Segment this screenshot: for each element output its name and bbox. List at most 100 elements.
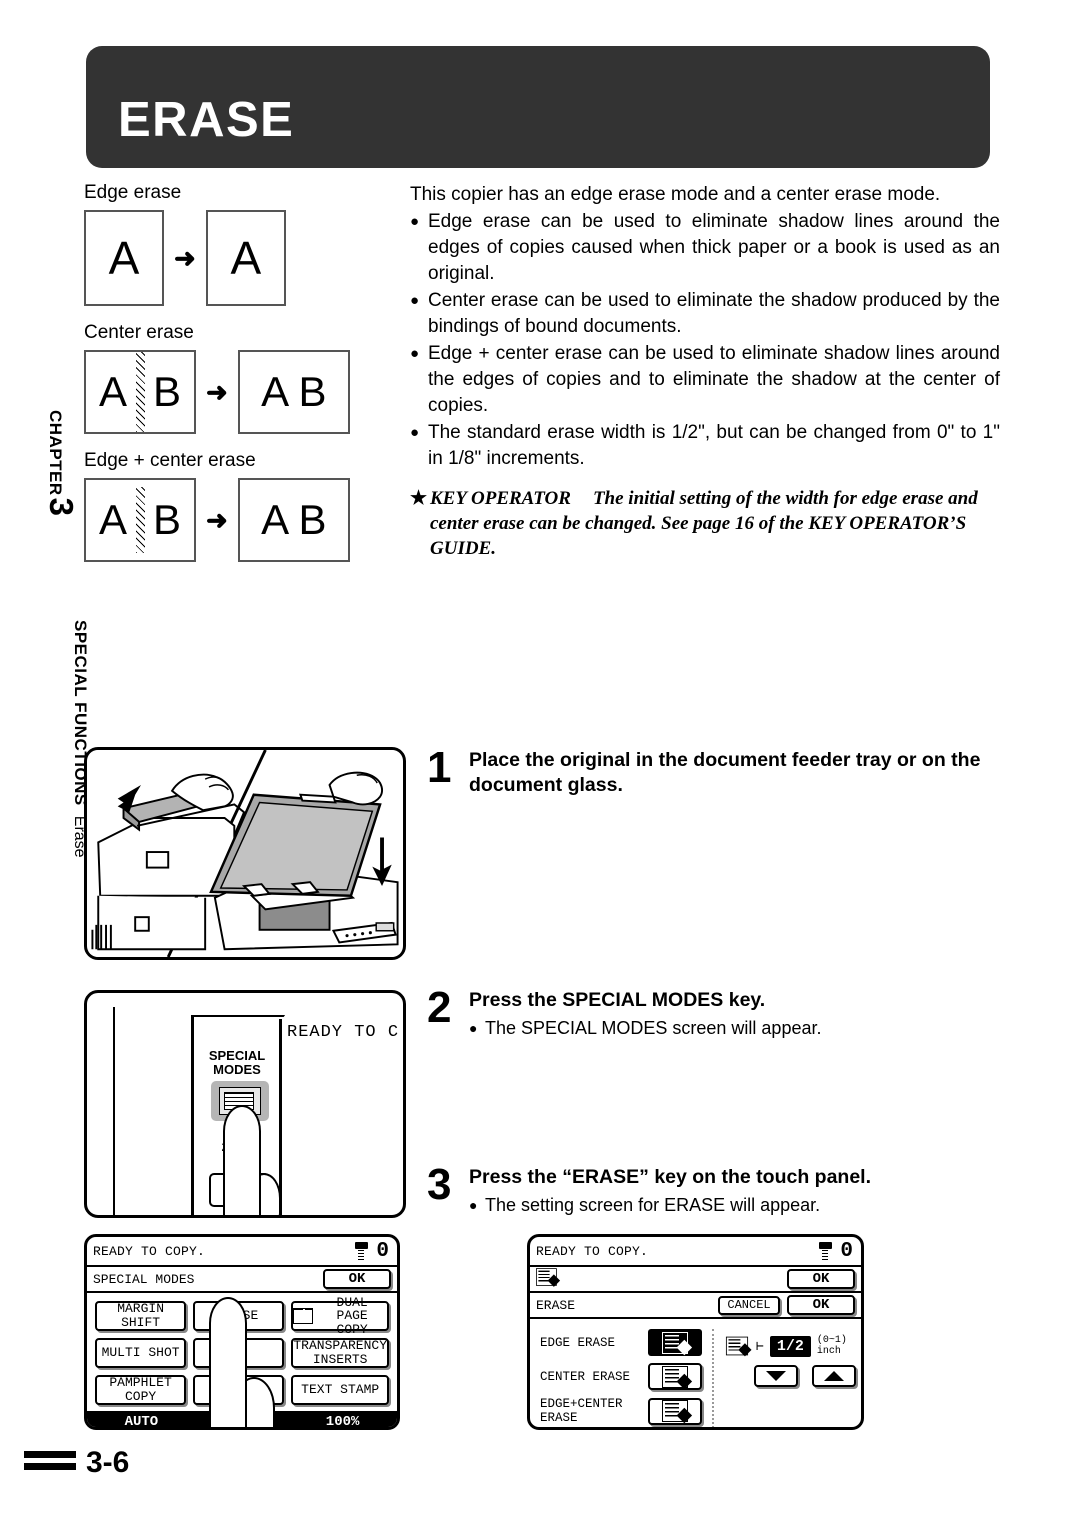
copy-count: 0 [354, 1241, 391, 1262]
bullet-text: Edge erase can be used to eliminate shad… [428, 211, 1000, 284]
transparency-inserts-button[interactable]: TRANSPARENCY INSERTS [291, 1338, 389, 1368]
lcd-status-text: READY TO COPY. [93, 1243, 206, 1259]
step-3-title: Press the “ERASE” key on the touch panel… [469, 1166, 872, 1188]
width-measure-icon: ⊢ [756, 1338, 764, 1354]
option-edge-center-erase[interactable]: EDGE+CENTER ERASE [540, 1397, 702, 1425]
center-erase-before-glyph-right: B [150, 368, 183, 415]
bullet-marker: ● [410, 424, 420, 441]
edge-erase-after-glyph: A [230, 232, 262, 284]
printer-icon [818, 1242, 834, 1260]
lcd-erase-setting-screen: READY TO COPY. 0 OK ERASE CANCEL OK EDGE… [527, 1234, 864, 1430]
ok-button[interactable]: OK [323, 1269, 391, 1289]
page-footer: 3-6 [24, 1448, 129, 1478]
top-ok-button[interactable]: OK [787, 1269, 855, 1289]
copy-ratio-cell[interactable]: 100% COPY RATIO [288, 1413, 397, 1427]
width-increase-button[interactable] [812, 1365, 856, 1387]
erase-width-area: ⊢ 1/2 (0~1) inch [724, 1329, 856, 1427]
option-center-erase-label: CENTER ERASE [540, 1369, 631, 1384]
bullet-text: Edge + center erase can be used to elimi… [428, 343, 1000, 416]
step-1-number: 1 [427, 743, 452, 792]
cancel-button[interactable]: CANCEL [718, 1295, 780, 1315]
lcd-screen-title-bar: SPECIAL MODES OK [87, 1267, 397, 1293]
copy-count: 0 [818, 1241, 855, 1262]
edge-center-erase-before-sheet: A B [84, 478, 196, 562]
feature-bullet-list: ● Edge erase can be used to eliminate sh… [410, 209, 1000, 472]
pointing-finger [223, 1105, 261, 1215]
center-erase-before-glyph-left: A [96, 368, 129, 415]
center-erase-after-glyph: A B [261, 368, 327, 415]
erase-width-value: 1/2 [769, 1335, 811, 1357]
panel-divider-left [191, 1015, 194, 1215]
bullet-item: ● The standard erase width is 1/2", but … [410, 420, 1000, 472]
printer-icon [354, 1242, 370, 1260]
option-center-erase[interactable]: CENTER ERASE [540, 1363, 702, 1390]
edge-center-before-glyph-left: A [97, 496, 128, 543]
diagram-label-center-erase: Center erase [84, 322, 194, 343]
special-modes-key-label: SPECIAL MODES [208, 1048, 266, 1077]
arrow-right-icon: ➜ [206, 377, 228, 407]
option-edge-center-erase-icon [648, 1397, 702, 1425]
text-stamp-button[interactable]: TEXT STAMP [291, 1375, 389, 1405]
erase-width-range: (0~1) inch [816, 1335, 847, 1357]
intro-text: This copier has an edge erase mode and a… [410, 184, 941, 205]
pamphlet-copy-button[interactable]: PAMPHLET COPY [95, 1375, 187, 1405]
chevron-up-icon [824, 1371, 844, 1381]
step-1-title: Place the original in the document feede… [469, 749, 981, 796]
copy-count-value: 0 [376, 1239, 389, 1263]
center-erase-before-sheet: A B [84, 350, 196, 434]
bullet-text: The standard erase width is 1/2", but ca… [428, 422, 1000, 469]
bullet-marker: ● [410, 213, 420, 230]
diagram-label-edge-center-erase: Edge + center erase [84, 450, 256, 471]
exposure-value: AUTO [87, 1413, 196, 1427]
page-title: ERASE [118, 93, 295, 147]
chapter-label: CHAPTER [46, 410, 65, 496]
chapter-number: 3 [43, 497, 80, 517]
step-2-number: 2 [427, 983, 452, 1032]
step-1: 1 Place the original in the document fee… [427, 743, 1007, 798]
erase-option-list: EDGE ERASE CENTER ERASE EDGE+CENTER ERAS… [540, 1329, 702, 1427]
copy-ratio-value: 100% [288, 1413, 397, 1427]
description-column: This copier has an edge erase mode and a… [410, 182, 1000, 561]
option-center-erase-icon [648, 1363, 702, 1390]
width-decrease-button[interactable] [754, 1365, 798, 1387]
dual-page-copy-button[interactable]: DUAL PAGE COPY [291, 1295, 389, 1336]
dual-page-copy-label: DUAL PAGE COPY [336, 1294, 368, 1337]
page-header-banner: ERASE [86, 46, 990, 168]
lcd-screen-title: SPECIAL MODES [93, 1271, 195, 1287]
option-edge-erase-icon [648, 1329, 702, 1356]
exposure-cell[interactable]: AUTO EXPOSURE [87, 1413, 196, 1427]
multi-shot-button[interactable]: MULTI SHOT [95, 1338, 187, 1368]
step-3-note: ● The setting screen for ERASE will appe… [469, 1193, 1007, 1217]
dual-page-icon [293, 1308, 314, 1324]
erase-mode-diagrams: Edge erase A ➜ A Center erase A B ➜ A B … [84, 182, 404, 578]
erase-width-steppers [754, 1365, 856, 1387]
edge-erase-before-glyph: A [108, 232, 140, 284]
arrow-right-icon: ➜ [174, 243, 196, 273]
copy-count-value: 0 [840, 1239, 853, 1263]
step-2: 2 Press the SPECIAL MODES key. ● The SPE… [427, 983, 1007, 1040]
erase-width-icon [725, 1336, 752, 1357]
panel-divider-right [279, 1019, 282, 1215]
edge-center-before-glyph-right: B [151, 496, 182, 543]
step-2-note: ● The SPECIAL MODES screen will appear. [469, 1016, 1007, 1040]
erase-options-area: EDGE ERASE CENTER ERASE EDGE+CENTER ERAS… [530, 1319, 861, 1427]
arrow-right-icon: ➜ [206, 505, 228, 535]
diagram-center-erase: Center erase A B ➜ A B [84, 322, 404, 434]
edge-erase-after-sheet: A [205, 210, 286, 306]
edge-erase-before-inner: A [94, 220, 154, 296]
margin-shift-button[interactable]: MARGIN SHIFT [95, 1301, 187, 1331]
center-erase-after-sheet: A B [237, 350, 350, 434]
panel-display-text: READY TO C [287, 1023, 400, 1042]
lcd-screen-title-bar: ERASE CANCEL OK [530, 1293, 861, 1319]
lcd-status-bar: READY TO COPY. 0 [530, 1237, 861, 1267]
key-operator-label: KEY OPERATOR [430, 488, 571, 509]
ok-button[interactable]: OK [787, 1295, 855, 1315]
key-operator-note: ★ KEY OPERATOR The initial setting of the… [410, 486, 1000, 561]
page-number: 3-6 [86, 1446, 130, 1479]
option-edge-erase[interactable]: EDGE ERASE [540, 1329, 702, 1356]
edge-center-erase-after-sheet: A B [237, 478, 350, 562]
pointing-finger [209, 1297, 247, 1427]
bullet-item: ● Center erase can be used to eliminate … [410, 288, 1000, 340]
diagram-edge-center-erase: Edge + center erase A B ➜ A B [84, 450, 404, 562]
edge-erase-before-sheet: A [84, 210, 164, 306]
